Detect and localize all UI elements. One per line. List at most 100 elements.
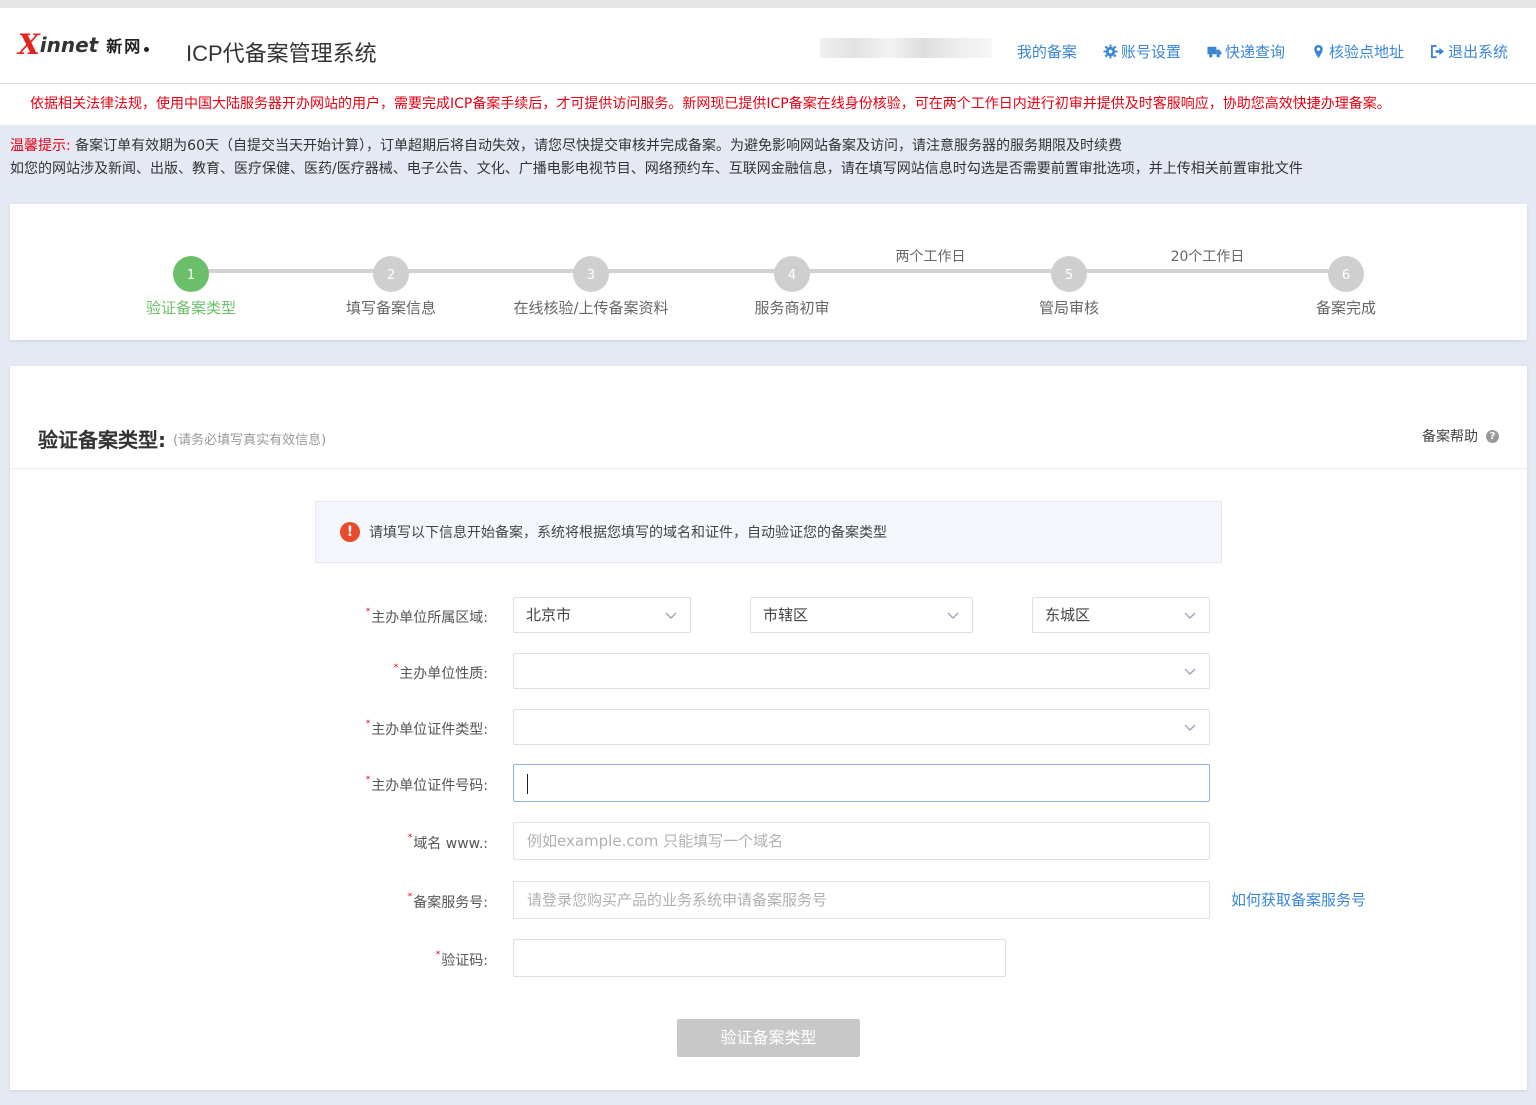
domain-placeholder: 例如example.com 只能填写一个域名 [527,832,784,850]
required-mark: * [365,775,371,785]
chevron-down-icon [1184,668,1196,675]
step-number: 1 [187,268,195,283]
captcha-label-text: 验证码: [441,953,488,969]
logo-text: innet [39,33,99,57]
verify-filing-type-button[interactable]: 验证备案类型 [677,1019,860,1057]
logo-cn: 新网 [106,37,143,56]
city-value: 市辖区 [763,606,809,624]
text-caret [527,774,528,794]
question-icon: ? [1486,429,1499,443]
row-domain: *域名 www.: 例如example.com 只能填写一个域名 [10,822,1527,860]
nav-verification-address[interactable]: 核验点地址 [1311,41,1404,62]
step-number: 2 [387,268,395,283]
filing-help-link[interactable]: 备案帮助 ? [1422,426,1499,446]
row-captcha: *验证码: [10,939,1527,977]
nav-label: 快递查询 [1224,43,1285,61]
captcha-label: *验证码: [436,950,488,970]
nav-label: 账号设置 [1120,43,1181,61]
chevron-down-icon [1184,724,1196,731]
cert-type-label-text: 主办单位证件类型: [371,722,488,738]
org-nature-select[interactable] [513,653,1210,689]
domain-input[interactable]: 例如example.com 只能填写一个域名 [513,822,1210,860]
org-nature-label: *主办单位性质: [394,663,488,683]
step-number: 5 [1065,268,1073,283]
row-cert-type: *主办单位证件类型: [10,709,1527,747]
row-region: *主办单位所属区域: 北京市 市辖区 东城区 [10,597,1527,635]
region-label-text: 主办单位所属区域: [371,610,488,626]
service-number-label-text: 备案服务号: [413,895,488,911]
step-label: 填写备案信息 [346,299,436,317]
service-number-input[interactable]: 请登录您购买产品的业务系统申请备案服务号 [513,881,1210,919]
tips-line-1: 温馨提示: 备案订单有效期为60天（自提交当天开始计算），订单超期后将自动失效，… [10,135,1303,158]
nav-label: 我的备案 [1016,43,1077,61]
required-mark: * [365,719,371,729]
required-mark: * [435,950,441,960]
district-value: 东城区 [1045,606,1091,624]
step-label: 管局审核 [1039,299,1099,317]
logo-x: X [18,28,40,61]
chevron-down-icon [947,612,959,619]
divider [10,468,1527,469]
required-mark: * [393,663,399,673]
province-select[interactable]: 北京市 [513,597,691,633]
service-number-placeholder: 请登录您购买产品的业务系统申请备案服务号 [527,891,828,909]
step-duration-label: 两个工作日 [896,249,966,265]
gear-icon [1103,44,1118,59]
step-number: 3 [587,268,595,283]
nav-express-query[interactable]: 快递查询 [1207,41,1285,62]
nav-label: 退出系统 [1447,43,1508,61]
form-title: 验证备案类型: [38,428,166,452]
step-label: 服务商初审 [754,299,829,317]
step-label: 备案完成 [1316,299,1376,317]
required-mark: * [365,607,371,617]
chevron-down-icon [665,612,677,619]
top-nav: 我的备案 账号设置 快递查询 核验点地址 退出系统 [1017,41,1508,62]
how-to-get-service-number-link[interactable]: 如何获取备案服务号 [1231,889,1366,910]
info-alert: ! 请填写以下信息开始备案，系统将根据您填写的域名和证件，自动验证您的备案类型 [315,501,1222,563]
cert-type-label: *主办单位证件类型: [366,719,488,739]
service-number-label: *备案服务号: [408,892,488,912]
alert-text: 请填写以下信息开始备案，系统将根据您填写的域名和证件，自动验证您的备案类型 [369,525,887,541]
row-service-number: *备案服务号: 请登录您购买产品的业务系统申请备案服务号 如何获取备案服务号 [10,881,1527,919]
header: X innet 新网 ICP代备案管理系统 我的备案 账号设置 快递查询 核验点… [0,0,1536,84]
nav-my-filing[interactable]: 我的备案 [1017,41,1077,62]
form-card: 验证备案类型: (请务必填写真实有效信息) 备案帮助 ? ! 请填写以下信息开始… [10,366,1527,1090]
truck-icon [1207,46,1222,58]
warm-tips: 温馨提示: 备案订单有效期为60天（自提交当天开始计算），订单超期后将自动失效，… [10,135,1303,181]
cert-type-select[interactable] [513,709,1210,745]
blurred-username [820,38,992,58]
cert-number-label: *主办单位证件号码: [366,775,488,795]
steps-diagram: 两个工作日 20个工作日 1 验证备案类型 2 填写备案信息 3 在线核验/上传备案资料 4 服务… [146,249,1376,317]
domain-label: *域名 www.: [408,833,488,853]
help-label: 备案帮助 [1422,429,1478,445]
xinnet-logo[interactable]: X innet 新网 [18,28,150,61]
logout-icon [1430,44,1445,59]
region-label: *主办单位所属区域: [366,607,488,627]
step-duration-label: 20个工作日 [1171,249,1245,265]
map-pin-icon [1314,44,1323,59]
step-label: 验证备案类型 [146,299,236,317]
captcha-input[interactable] [513,939,1006,977]
step-number: 4 [788,268,796,283]
legal-notice: 依据相关法律法规，使用中国大陆服务器开办网站的用户，需要完成ICP备案手续后，才… [0,84,1536,125]
province-value: 北京市 [526,606,572,624]
logo-dot [144,46,150,52]
chevron-down-icon [1184,612,1196,619]
cert-number-input[interactable] [513,764,1210,802]
step-label: 在线核验/上传备案资料 [513,299,668,317]
exclamation-icon: ! [340,522,360,542]
form-subtitle: (请务必填写真实有效信息) [173,433,327,448]
progress-steps: 两个工作日 20个工作日 1 验证备案类型 2 填写备案信息 3 在线核验/上传备案资料 4 服务… [10,204,1527,340]
nav-label: 核验点地址 [1328,43,1404,61]
tips-line-2: 如您的网站涉及新闻、出版、教育、医疗保健、医药/医疗器械、电子公告、文化、广播电… [10,161,1303,177]
nav-logout[interactable]: 退出系统 [1430,41,1508,62]
tips-label: 温馨提示: [10,138,71,154]
step-number: 6 [1342,268,1350,283]
page: X innet 新网 ICP代备案管理系统 我的备案 账号设置 快递查询 核验点… [0,0,1536,1105]
city-select[interactable]: 市辖区 [750,597,973,633]
nav-account-settings[interactable]: 账号设置 [1103,41,1181,62]
district-select[interactable]: 东城区 [1032,597,1210,633]
row-org-nature: *主办单位性质: [10,653,1527,691]
required-mark: * [407,833,413,843]
org-nature-label-text: 主办单位性质: [399,666,488,682]
